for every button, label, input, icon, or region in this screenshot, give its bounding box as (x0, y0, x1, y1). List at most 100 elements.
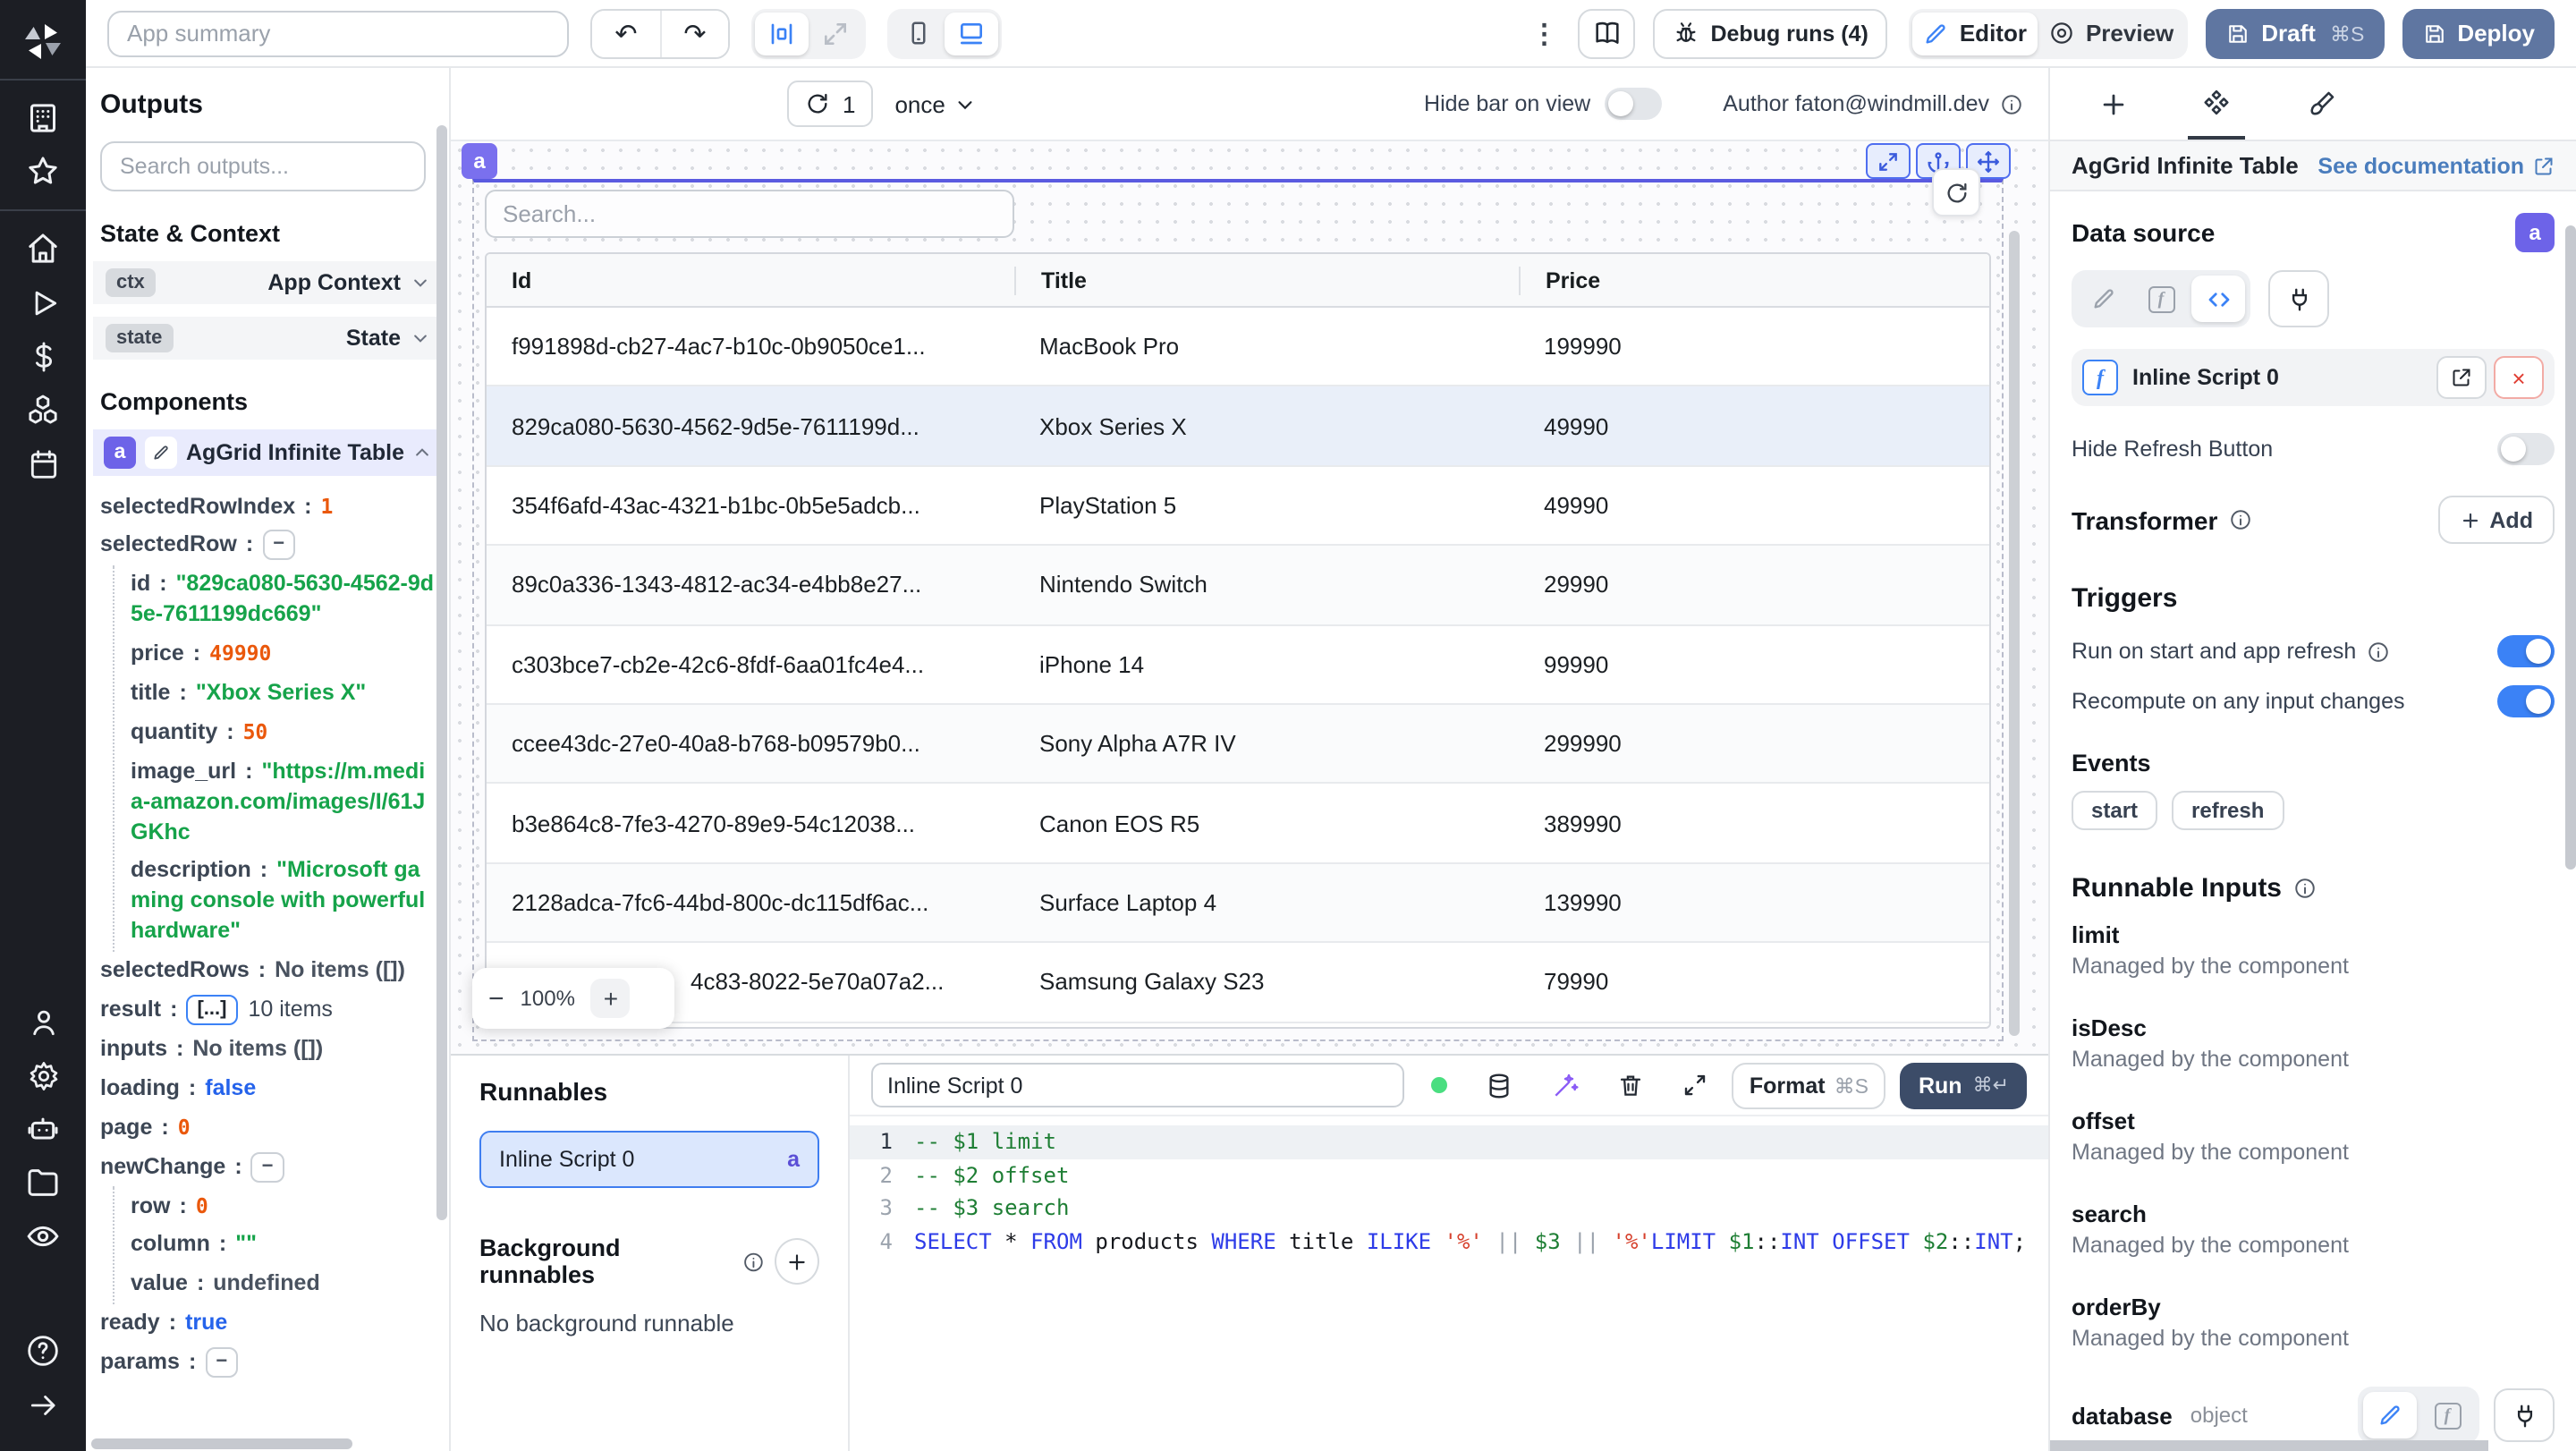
table-search-input[interactable] (485, 190, 1014, 238)
collapse-toggle-button[interactable]: − (250, 1151, 284, 1182)
deploy-button[interactable]: Deploy (2402, 8, 2555, 58)
event-pill-refresh[interactable]: refresh (2172, 791, 2284, 830)
code-line[interactable]: 3 -- $3 search (850, 1192, 2048, 1225)
more-menu-icon[interactable]: ⋮ (1528, 17, 1560, 49)
outputs-vertical-scrollbar[interactable] (436, 125, 447, 1220)
rename-pencil-icon[interactable] (145, 437, 177, 469)
database-icon[interactable] (1485, 1071, 1513, 1099)
delete-trash-icon[interactable] (1617, 1072, 1644, 1099)
app-summary-input[interactable] (107, 10, 569, 56)
outputs-horizontal-scrollbar[interactable] (91, 1438, 352, 1449)
connect-plug-icon[interactable] (2494, 1388, 2555, 1442)
favorites-star-icon[interactable] (18, 148, 68, 195)
canvas-grid[interactable]: a IdTitlePrice f991898d-cb27-4ac7-b10c-0… (451, 141, 2048, 1054)
table-row[interactable]: 829ca080-5630-4562-9d5e-7611199d... Xbox … (487, 386, 1989, 467)
runs-play-icon[interactable] (18, 279, 68, 326)
recompute-toggle[interactable] (2497, 685, 2555, 717)
zoom-in-button[interactable]: + (590, 979, 631, 1018)
audit-eye-icon[interactable] (18, 1213, 68, 1260)
frequency-dropdown[interactable]: once (894, 90, 975, 117)
triggers-title: Triggers (2072, 583, 2178, 614)
expand-array-button[interactable]: [...] (186, 994, 238, 1025)
hide-refresh-toggle[interactable] (2497, 433, 2555, 465)
variables-dollar-icon[interactable] (18, 333, 68, 379)
template-function-icon[interactable]: f (2420, 1392, 2474, 1438)
docs-book-button[interactable] (1578, 8, 1636, 58)
code-line[interactable]: 2 -- $2 offset (850, 1158, 2048, 1192)
add-transformer-button[interactable]: Add (2437, 496, 2555, 544)
runnable-item-inline-script-0[interactable]: Inline Script 0 a (479, 1131, 819, 1188)
run-button[interactable]: Run ⌘↵ (1900, 1062, 2027, 1108)
draft-button[interactable]: Draft ⌘S (2206, 8, 2385, 58)
expand-editor-icon[interactable] (1682, 1072, 1708, 1099)
add-background-runnable-button[interactable] (775, 1238, 819, 1285)
table-row[interactable]: f991898d-cb27-4ac7-b10c-0b9050ce1... MacB… (487, 308, 1989, 387)
collapse-arrow-icon[interactable] (18, 1381, 68, 1428)
static-pencil-icon[interactable] (2077, 276, 2131, 322)
see-documentation-link[interactable]: See documentation (2318, 153, 2555, 178)
align-center-button[interactable] (755, 12, 809, 55)
column-header-title[interactable]: Title (1014, 266, 1519, 294)
redo-button[interactable]: ↷ (660, 10, 728, 56)
column-header-price[interactable]: Price (1519, 266, 1989, 294)
desktop-view-button[interactable] (945, 12, 998, 55)
schedules-calendar-icon[interactable] (18, 440, 68, 487)
format-button[interactable]: Format ⌘S (1731, 1062, 1886, 1108)
tab-insert-component[interactable] (2061, 68, 2165, 140)
table-row[interactable]: 2128adca-7fc6-44bd-800c-dc115df6ac... Sur… (487, 863, 1989, 944)
component-row-a[interactable]: a AgGrid Infinite Table (93, 429, 442, 476)
script-name-input[interactable] (871, 1063, 1404, 1107)
code-editor-content[interactable]: 1 -- $1 limit 2 -- $2 offset 3 -- $3 search 4 S… (850, 1116, 2048, 1451)
table-row[interactable]: 89c0a336-1343-4812-ac34-e4bb8e27... Ninte… (487, 546, 1989, 626)
table-row[interactable]: ccee43dc-27e0-40a8-b768-b09579b0... Sony … (487, 704, 1989, 785)
users-person-icon[interactable] (18, 998, 68, 1045)
settings-gear-icon[interactable] (18, 1052, 68, 1099)
aggrid-component[interactable]: a IdTitlePrice f991898d-cb27-4ac7-b10c-0… (462, 143, 2011, 1041)
template-function-icon[interactable]: f (2134, 276, 2188, 322)
mobile-view-button[interactable] (891, 12, 945, 55)
collapse-toggle-button[interactable]: − (205, 1347, 239, 1378)
component-id-tab[interactable]: a (462, 143, 497, 179)
ctx-row[interactable]: ctx App Context (93, 261, 442, 304)
table-row[interactable]: c303bce7-cb2e-42c6-8fdf-6aa01fc4e4... iPh… (487, 625, 1989, 705)
ai-wand-icon[interactable] (1551, 1071, 1580, 1099)
tab-styling-brush[interactable] (2268, 68, 2372, 140)
tab-preview[interactable]: Preview (2038, 12, 2184, 55)
refresh-count-button[interactable]: 1 (787, 81, 874, 127)
help-icon[interactable] (18, 1328, 68, 1374)
zoom-out-button[interactable]: − (488, 983, 504, 1014)
run-on-start-toggle[interactable] (2497, 635, 2555, 667)
canvas-vertical-scrollbar[interactable] (2009, 231, 2020, 1036)
right-vertical-scrollbar[interactable] (2565, 225, 2576, 870)
eval-code-icon[interactable] (2191, 276, 2245, 322)
static-pencil-icon[interactable] (2363, 1392, 2417, 1438)
fullscreen-button[interactable] (809, 12, 862, 55)
code-line[interactable]: 1 -- $1 limit (850, 1125, 2048, 1158)
resources-cubes-icon[interactable] (18, 386, 68, 433)
connect-plug-icon[interactable] (2268, 270, 2329, 327)
table-row[interactable]: 354f6afd-43ac-4321-b1bc-0b5e5adcb... Play… (487, 466, 1989, 547)
windmill-logo-icon[interactable] (18, 18, 68, 64)
hide-bar-toggle[interactable] (1605, 88, 1663, 120)
right-horizontal-scrollbar[interactable] (2050, 1440, 2488, 1451)
home-icon[interactable] (18, 225, 68, 272)
detach-script-button[interactable]: × (2494, 356, 2544, 399)
event-pill-start[interactable]: start (2072, 791, 2158, 830)
expand-component-button[interactable] (1866, 143, 1911, 179)
open-script-button[interactable] (2436, 356, 2487, 399)
table-row[interactable]: b3e864c8-7fe3-4270-89e9-54c12038... Canon… (487, 784, 1989, 864)
search-outputs-input[interactable] (100, 141, 426, 191)
collapse-toggle-button[interactable]: − (262, 530, 296, 561)
debug-runs-button[interactable]: Debug runs (4) (1653, 8, 1888, 58)
undo-button[interactable]: ↶ (592, 10, 660, 56)
code-line[interactable]: 4 SELECT * FROM products WHERE title ILIK… (850, 1225, 2048, 1258)
tab-component-settings[interactable] (2165, 68, 2268, 140)
folders-icon[interactable] (18, 1159, 68, 1206)
column-header-id[interactable]: Id (487, 266, 1014, 294)
component-refresh-button[interactable] (1932, 168, 1980, 216)
state-row[interactable]: state State (93, 317, 442, 360)
table-row[interactable]: 4c83-8022-5e70a07a2... Samsung Galaxy S23… (487, 943, 1989, 1023)
workspace-icon[interactable] (18, 95, 68, 141)
tab-editor[interactable]: Editor (1912, 12, 2038, 55)
ai-robot-icon[interactable] (18, 1106, 68, 1152)
